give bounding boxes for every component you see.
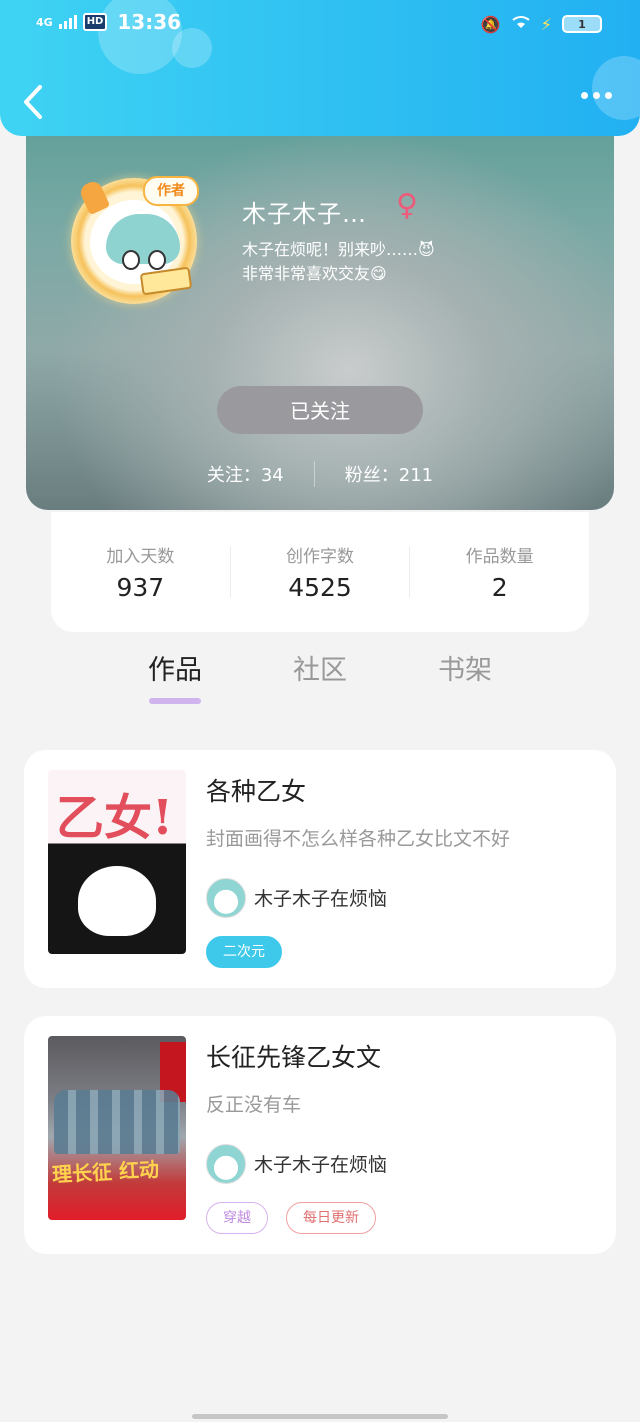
follow-button[interactable]: 已关注 xyxy=(217,386,423,434)
book-tag[interactable]: 穿越 xyxy=(206,1202,268,1234)
tab-label: 社区 xyxy=(293,655,347,686)
cover-text: 乙女! xyxy=(56,790,174,846)
author-name[interactable]: 木子木子在烦恼 xyxy=(254,1150,387,1177)
stat-label: 作品数量 xyxy=(465,547,534,567)
tab-label: 书架 xyxy=(438,655,492,686)
book-description: 反正没有车 xyxy=(206,1094,302,1116)
stat-value: 2 xyxy=(491,573,508,602)
author-avatar xyxy=(206,878,246,918)
follow-stats: 关注：34 粉丝：211 xyxy=(26,460,614,488)
user-name: 木子木子… xyxy=(242,200,367,228)
stat-word-count: 创作字数 4525 xyxy=(231,542,410,602)
book-title[interactable]: 各种乙女 xyxy=(206,772,306,808)
avatar[interactable]: 作者 xyxy=(71,176,199,304)
book-cover[interactable]: 理长征 红动 xyxy=(48,1036,186,1220)
followers-count[interactable]: 粉丝：211 xyxy=(315,461,463,487)
clock: 13:36 xyxy=(117,10,182,34)
following-count[interactable]: 关注：34 xyxy=(177,461,314,487)
wifi-icon xyxy=(511,14,531,34)
book-card[interactable]: 理长征 红动 长征先锋乙女文 反正没有车 木子木子在烦恼 穿越 每日更新 xyxy=(24,1016,616,1254)
tab-indicator xyxy=(439,698,491,704)
network-type: 4G xyxy=(36,15,53,29)
decor-bubble xyxy=(592,56,640,120)
signal-icon xyxy=(58,15,77,29)
tab-bookshelf[interactable]: 书架 xyxy=(425,648,505,704)
tab-bar: 作品 社区 书架 xyxy=(0,648,640,708)
tab-label: 作品 xyxy=(148,655,202,686)
home-indicator[interactable] xyxy=(192,1414,448,1419)
more-button[interactable] xyxy=(581,92,612,99)
author-name[interactable]: 木子木子在烦恼 xyxy=(254,884,387,911)
stat-label: 创作字数 xyxy=(286,547,354,567)
stat-value: 937 xyxy=(116,573,165,602)
stats-card: 加入天数 937 创作字数 4525 作品数量 2 xyxy=(51,512,589,632)
author-avatar xyxy=(206,1144,246,1184)
tab-works[interactable]: 作品 xyxy=(135,648,215,704)
battery-icon: 1 xyxy=(562,15,602,33)
stat-value: 4525 xyxy=(288,573,352,602)
app-header: 4G HD 13:36 🔕 ⚡ 1 xyxy=(0,0,640,136)
stat-works-count: 作品数量 2 xyxy=(410,542,589,602)
book-tag[interactable]: 二次元 xyxy=(206,936,282,968)
mute-icon: 🔕 xyxy=(480,14,501,34)
charging-icon: ⚡ xyxy=(540,14,552,34)
book-tag[interactable]: 每日更新 xyxy=(286,1202,376,1234)
chevron-left-icon xyxy=(24,85,42,119)
tab-indicator xyxy=(294,698,346,704)
author-badge: 作者 xyxy=(143,176,199,206)
book-title[interactable]: 长征先锋乙女文 xyxy=(206,1038,381,1074)
book-card[interactable]: 乙女! 各种乙女 封面画得不怎么样各种乙女比文不好 木子木子在烦恼 二次元 xyxy=(24,750,616,988)
hd-badge: HD xyxy=(82,13,108,31)
stat-label: 加入天数 xyxy=(106,547,175,567)
profile-card: 作者 木子木子… ♀ 木子在烦呢！别来吵……😈 非常非常喜欢交友😋 已关注 关注… xyxy=(26,110,614,510)
book-cover[interactable]: 乙女! xyxy=(48,770,186,954)
more-dots-icon xyxy=(581,92,588,99)
book-description: 封面画得不怎么样各种乙女比文不好 xyxy=(206,828,511,850)
back-button[interactable] xyxy=(22,84,52,119)
female-icon: ♀ xyxy=(396,188,418,223)
tab-indicator xyxy=(149,698,201,704)
user-bio: 木子在烦呢！别来吵……😈 非常非常喜欢交友😋 xyxy=(242,240,435,283)
stat-join-days: 加入天数 937 xyxy=(51,542,230,602)
tab-community[interactable]: 社区 xyxy=(280,648,360,704)
cover-text: 理长征 红动 xyxy=(51,1157,160,1187)
status-bar: 4G HD 13:36 🔕 ⚡ 1 xyxy=(0,10,640,42)
